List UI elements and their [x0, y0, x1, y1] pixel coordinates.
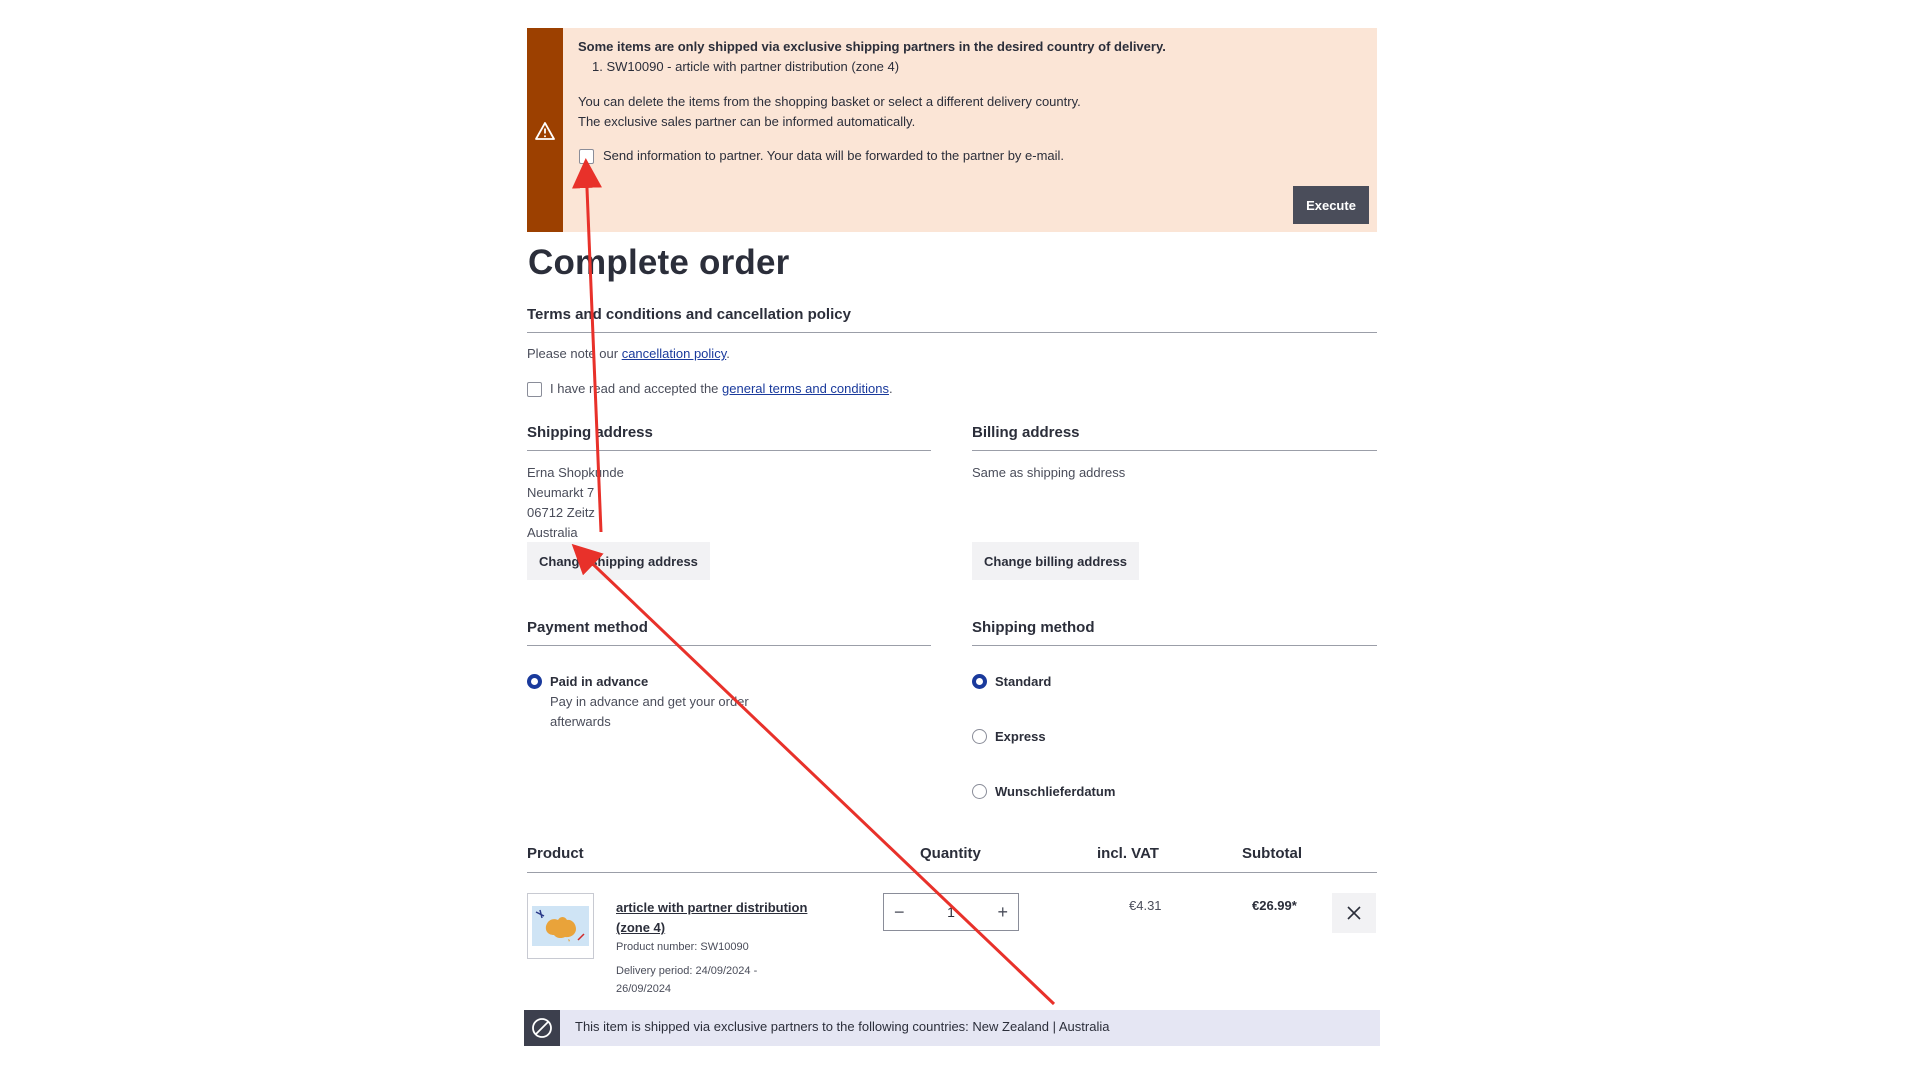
shipping-method-heading: Shipping method — [972, 619, 1377, 646]
cancellation-note-text: Please note our — [527, 346, 622, 361]
shipping-country: Australia — [527, 525, 578, 540]
increase-quantity-button[interactable]: + — [997, 902, 1008, 923]
send-info-label: Send information to partner. Your data w… — [603, 148, 1065, 163]
shipping-wunsch-radio[interactable] — [972, 784, 987, 799]
cancellation-note: Please note our cancellation policy. — [527, 344, 730, 364]
product-name-line2: (zone 4) — [616, 920, 666, 935]
payment-option-label: Paid in advance — [550, 674, 649, 689]
send-info-checkbox[interactable] — [579, 148, 594, 164]
delivery-period-2: 26/09/2024 — [616, 983, 672, 995]
product-table-header — [527, 872, 1377, 873]
payment-method-heading: Payment method — [527, 619, 931, 646]
cancellation-note-end: . — [726, 346, 730, 361]
payment-radio[interactable] — [527, 674, 542, 689]
shipping-express-label: Express — [995, 729, 1046, 744]
remove-item-button[interactable] — [1332, 893, 1376, 933]
product-number: Product number: SW10090 — [616, 941, 749, 953]
warning-text-1: You can delete the items from the shoppi… — [578, 94, 1081, 109]
billing-address-heading: Billing address — [972, 424, 1377, 451]
close-icon — [1347, 906, 1361, 920]
terms-heading: Terms and conditions and cancellation po… — [527, 306, 1377, 333]
page-title: Complete order — [528, 243, 790, 282]
row-vat: €4.31 — [1129, 898, 1162, 913]
shipping-wunsch-label: Wunschlieferdatum — [995, 784, 1116, 799]
th-product: Product — [527, 845, 584, 862]
warning-title: Some items are only shipped via exclusiv… — [578, 39, 1166, 54]
product-thumbnail[interactable] — [527, 893, 594, 959]
th-quantity: Quantity — [920, 845, 981, 862]
warning-bar — [527, 28, 563, 232]
product-info: article with partner distribution (zone … — [616, 898, 807, 998]
warning-item: 1. SW10090 - article with partner distri… — [592, 59, 900, 74]
change-shipping-address-button[interactable]: Change shipping address — [527, 542, 710, 580]
cancellation-policy-link[interactable]: cancellation policy — [622, 346, 727, 361]
delivery-period-1: Delivery period: 24/09/2024 - — [616, 965, 758, 977]
general-terms-link[interactable]: general terms and conditions — [722, 379, 889, 399]
shipping-standard-radio[interactable] — [972, 674, 987, 689]
th-vat: incl. VAT — [1097, 845, 1159, 862]
notice-icon-box — [524, 1010, 560, 1046]
payment-option-paid-in-advance[interactable]: Paid in advance Pay in advance and get y… — [527, 672, 749, 732]
exclusive-partner-notice: This item is shipped via exclusive partn… — [524, 1010, 1380, 1046]
warning-icon — [535, 122, 555, 140]
shipping-street: Neumarkt 7 — [527, 485, 595, 500]
warning-text-2: The exclusive sales partner can be infor… — [578, 114, 916, 129]
product-name-link[interactable]: article with partner distribution (zone … — [616, 898, 807, 938]
accept-terms-row: I have read and accepted the general ter… — [527, 379, 893, 399]
payment-option-desc-2: afterwards — [550, 714, 611, 729]
shipping-address-block: Erna Shopkunde Neumarkt 7 06712 Zeitz Au… — [527, 463, 624, 543]
shipping-standard-label: Standard — [995, 674, 1052, 689]
change-billing-address-button[interactable]: Change billing address — [972, 542, 1140, 580]
billing-same-text: Same as shipping address — [972, 465, 1126, 480]
shipping-option-wunschlieferdatum[interactable]: Wunschlieferdatum — [972, 782, 1115, 802]
accept-terms-text: I have read and accepted the — [550, 381, 719, 396]
shipping-option-standard[interactable]: Standard — [972, 672, 1051, 692]
payment-option-desc-1: Pay in advance and get your order — [550, 694, 749, 709]
shipping-express-radio[interactable] — [972, 729, 987, 744]
product-name-line1: article with partner distribution — [616, 900, 808, 915]
accept-terms-checkbox[interactable] — [527, 381, 542, 397]
shipping-city: 06712 Zeitz — [527, 505, 595, 520]
th-subtotal: Subtotal — [1242, 845, 1302, 862]
accept-terms-end: . — [888, 381, 893, 396]
send-info-row: Send information to partner. Your data w… — [579, 146, 1166, 166]
row-subtotal: €26.99* — [1252, 898, 1297, 913]
shipping-name: Erna Shopkunde — [527, 465, 624, 480]
australia-map-image — [532, 906, 589, 946]
exclusive-partner-warning: Some items are only shipped via exclusiv… — [527, 28, 1377, 232]
notice-text: This item is shipped via exclusive partn… — [575, 1019, 1110, 1034]
execute-button[interactable]: Execute — [1293, 186, 1369, 224]
shipping-address-heading: Shipping address — [527, 424, 931, 451]
shipping-option-express[interactable]: Express — [972, 727, 1046, 747]
quantity-stepper: − 1 + — [883, 893, 1019, 931]
decrease-quantity-button[interactable]: − — [894, 902, 905, 923]
quantity-value[interactable]: 1 — [947, 904, 955, 920]
prohibited-icon — [532, 1018, 552, 1038]
